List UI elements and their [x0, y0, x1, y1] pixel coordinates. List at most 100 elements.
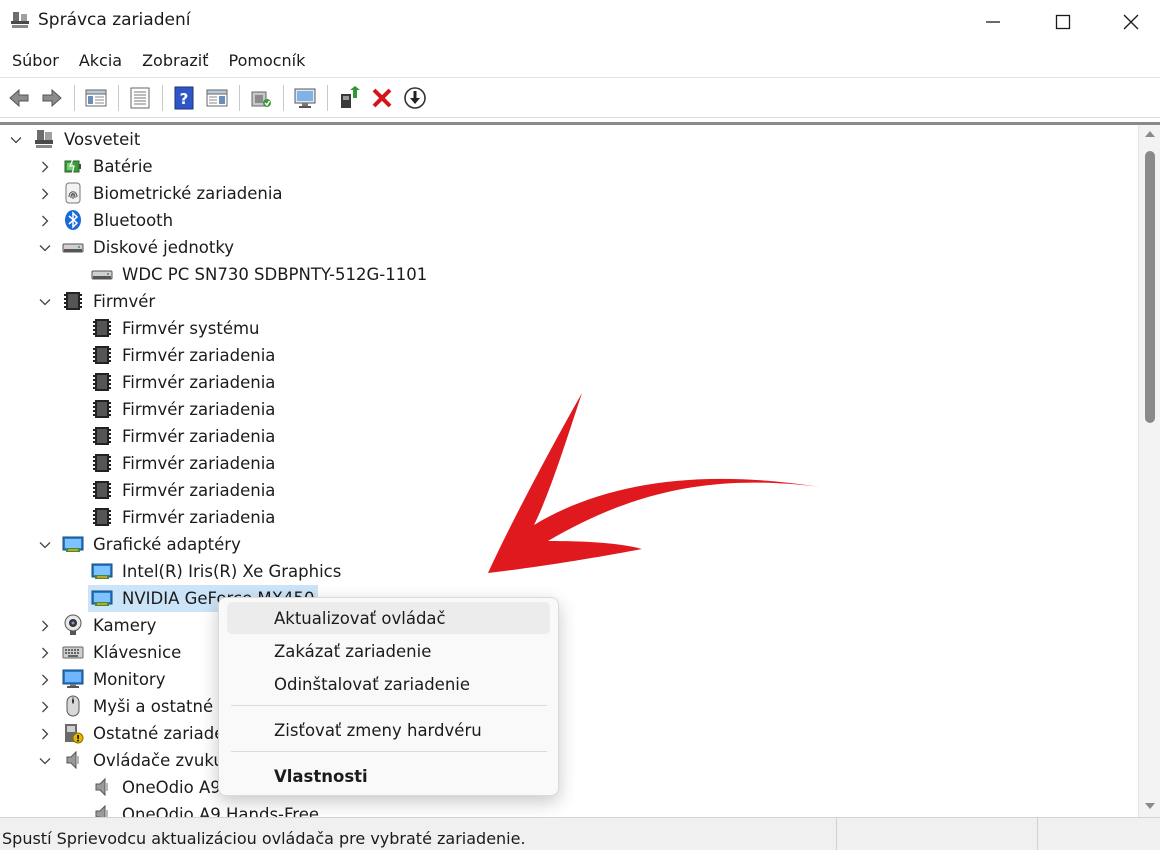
disk-icon [62, 236, 84, 258]
tree-item-label: Klávesnice [93, 643, 182, 662]
chevron-right-icon[interactable] [38, 618, 52, 632]
tree-item-label: Monitory [93, 670, 166, 689]
properties-menu-item[interactable]: Vlastnosti [227, 760, 550, 792]
chevron-down-icon[interactable] [9, 132, 23, 146]
maximize-button[interactable] [1028, 0, 1098, 44]
tree-item-label: OneOdio A9 [122, 778, 221, 797]
tree-item-label: Firmvér zariadenia [122, 454, 276, 473]
tree-device[interactable]: WDC PC SN730 SDBPNTY-512G-1101 [0, 261, 1140, 288]
toolbar-separator [283, 84, 284, 111]
tree-device[interactable]: Firmvér systému [0, 315, 1140, 342]
help-icon[interactable]: ? [169, 83, 199, 113]
chevron-down-icon[interactable] [38, 537, 52, 551]
device-manager-icon [10, 10, 30, 30]
update-driver-icon[interactable] [334, 83, 364, 113]
toolbar-separator [239, 84, 240, 111]
chevron-right-icon[interactable] [38, 726, 52, 740]
minimize-button[interactable] [958, 0, 1028, 44]
menu-view[interactable]: Zobraziť [134, 51, 216, 70]
update-driver-menu-item[interactable]: Aktualizovať ovládač [227, 602, 550, 634]
menu-file[interactable]: Súbor [4, 51, 67, 70]
tree-root[interactable]: Vosveteit [0, 126, 1140, 153]
vertical-scrollbar[interactable] [1138, 125, 1160, 817]
download-icon[interactable] [400, 83, 430, 113]
chevron-right-icon[interactable] [38, 186, 52, 200]
firmware-icon [62, 290, 84, 312]
scroll-thumb[interactable] [1145, 151, 1155, 423]
tree-item-label: WDC PC SN730 SDBPNTY-512G-1101 [122, 265, 428, 284]
tree-device[interactable]: OneOdio A9 Hands-Free [0, 801, 1140, 817]
other-device-icon: ! [62, 722, 84, 745]
tree-item-label: Biometrické zariadenia [93, 184, 283, 203]
battery-icon [62, 155, 84, 177]
firmware-icon [91, 452, 113, 474]
tree-category[interactable]: Firmvér [0, 288, 1140, 315]
tree-root-label: Vosveteit [64, 130, 141, 149]
speaker-icon [91, 803, 113, 817]
firmware-icon [91, 479, 113, 501]
toolbar-separator [118, 84, 119, 111]
chevron-right-icon[interactable] [38, 699, 52, 713]
tree-item-label: Firmvér zariadenia [122, 400, 276, 419]
toolbar-separator [162, 84, 163, 111]
tree-device[interactable]: Firmvér zariadenia [0, 342, 1140, 369]
status-text: Spustí Sprievodcu aktualizáciou ovládača… [2, 829, 526, 848]
close-button[interactable] [1096, 0, 1160, 44]
monitor-icon[interactable] [290, 83, 320, 113]
tree-item-label: Firmvér zariadenia [122, 481, 276, 500]
menu-separator [231, 751, 547, 752]
chevron-down-icon[interactable] [38, 294, 52, 308]
show-pane-icon[interactable] [202, 83, 232, 113]
tree-category[interactable]: Biometrické zariadenia [0, 180, 1140, 207]
chevron-right-icon[interactable] [38, 672, 52, 686]
chevron-down-icon[interactable] [38, 240, 52, 254]
scroll-up-icon[interactable] [1144, 129, 1156, 139]
chevron-right-icon[interactable] [38, 213, 52, 227]
tree-item-label: Firmvér zariadenia [122, 373, 276, 392]
tree-category[interactable]: Bluetooth [0, 207, 1140, 234]
scan-hardware-menu-item[interactable]: Zisťovať zmeny hardvéru [227, 714, 550, 746]
speaker-icon [62, 749, 84, 771]
menu-action[interactable]: Akcia [71, 51, 130, 70]
svg-text:!: ! [76, 735, 80, 745]
back-icon[interactable] [4, 83, 34, 113]
chevron-down-icon[interactable] [38, 753, 52, 767]
status-divider [1037, 818, 1038, 850]
tree-category[interactable]: Kamery [0, 612, 1140, 639]
uninstall-device-menu-item[interactable]: Odinštalovať zariadenie [227, 668, 550, 700]
uninstall-icon[interactable] [367, 83, 397, 113]
disable-device-menu-item[interactable]: Zakázať zariadenie [227, 635, 550, 667]
tree-category[interactable]: Myši a ostatné ukazovacie zariadenia [0, 693, 1140, 720]
tree-device[interactable]: OneOdio A9 [0, 774, 1140, 801]
tree-category[interactable]: ! Ostatné zariadenia [0, 720, 1140, 747]
context-menu: Aktualizovať ovládač Zakázať zariadenie … [218, 597, 559, 796]
tree-category[interactable]: Batérie [0, 153, 1140, 180]
chevron-right-icon[interactable] [38, 645, 52, 659]
tree-category[interactable]: Ovládače zvuku, videa a hier [0, 747, 1140, 774]
tree-item-label: Intel(R) Iris(R) Xe Graphics [122, 562, 342, 581]
tree-item-label: Diskové jednotky [93, 238, 235, 257]
firmware-icon [91, 398, 113, 420]
display-adapter-icon [91, 587, 113, 609]
mouse-icon [62, 695, 84, 717]
firmware-icon [91, 317, 113, 339]
tree-category[interactable]: Monitory [0, 666, 1140, 693]
toolbar: ? [0, 78, 1160, 118]
forward-icon[interactable] [37, 83, 67, 113]
fingerprint-icon [62, 182, 84, 204]
disk-icon [91, 263, 113, 285]
menu-help[interactable]: Pomocník [221, 51, 314, 70]
list-view-icon[interactable] [125, 83, 155, 113]
chevron-right-icon[interactable] [38, 159, 52, 173]
tree-category[interactable]: Diskové jednotky [0, 234, 1140, 261]
menu-separator [231, 705, 547, 706]
firmware-icon [91, 425, 113, 447]
properties-pane-icon[interactable] [81, 83, 111, 113]
tree-item-label: Batérie [93, 157, 153, 176]
scan-hardware-icon[interactable] [246, 83, 276, 113]
svg-text:?: ? [180, 90, 189, 108]
tree-category[interactable]: Klávesnice [0, 639, 1140, 666]
computer-icon [33, 128, 55, 150]
tree-item-label: Bluetooth [93, 211, 174, 230]
scroll-down-icon[interactable] [1144, 801, 1156, 811]
